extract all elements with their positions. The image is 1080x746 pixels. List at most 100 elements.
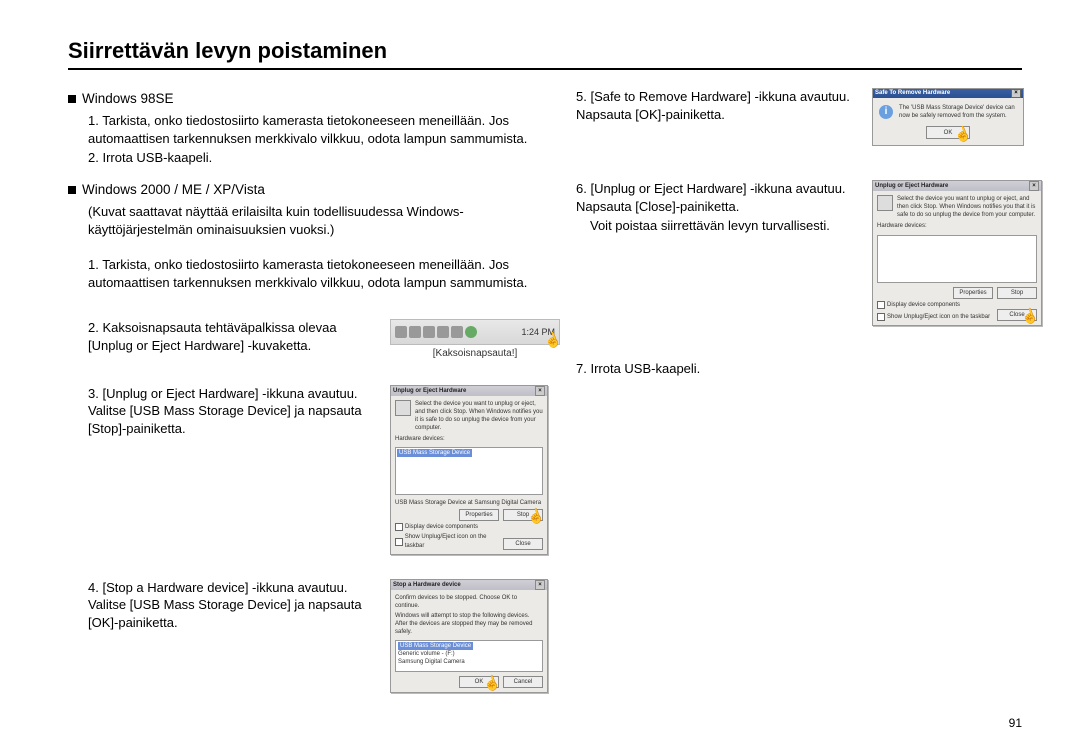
- step-1: 1. Tarkista, onko tiedostosiirto kameras…: [68, 256, 548, 291]
- ok-button: OK: [926, 126, 970, 139]
- step-6-row: 6. [Unplug or Eject Hardware] -ikkuna av…: [572, 180, 1042, 325]
- step-text: [Unplug or Eject Hardware] -ikkuna avaut…: [576, 181, 846, 214]
- step-text: Irrota USB-kaapeli.: [590, 361, 700, 376]
- info-icon: i: [879, 105, 893, 119]
- tray-caption: [Kaksoisnapsauta!]: [390, 347, 560, 361]
- step-text: Tarkista, onko tiedostosiirto kamerasta …: [88, 257, 527, 290]
- section-heading: Windows 2000 / ME / XP/Vista: [82, 181, 265, 199]
- step-2: 2. Irrota USB-kaapeli.: [68, 149, 548, 167]
- tray-figure: 1:24 PM [Kaksoisnapsauta!]: [390, 319, 560, 361]
- close-button: Close: [997, 309, 1037, 321]
- step-text-extra: Voit poistaa siirrettävän levyn turvalli…: [572, 217, 852, 235]
- section-note: (Kuvat saattavat näyttää erilaisilta kui…: [68, 203, 548, 238]
- dialog-desc: Select the device you want to unplug or …: [415, 400, 543, 432]
- page: Siirrettävän levyn poistaminen Windows 9…: [0, 0, 1080, 727]
- step-number: 3.: [88, 386, 99, 401]
- device-list: USB Mass Storage Device: [395, 447, 543, 495]
- checkbox-label: Display device components: [887, 301, 960, 309]
- close-icon: ×: [1011, 89, 1021, 98]
- system-tray: 1:24 PM: [390, 319, 560, 345]
- unplug-dialog: Unplug or Eject Hardware × Select the de…: [390, 385, 548, 555]
- step-text: [Safe to Remove Hardware] -ikkuna avautu…: [576, 89, 850, 122]
- tray-clock: 1:24 PM: [521, 326, 555, 338]
- step-4-text-block: 4. [Stop a Hardware device] -ikkuna avau…: [68, 579, 368, 634]
- properties-button: Properties: [459, 509, 499, 521]
- checkbox-icon: [877, 301, 885, 309]
- stop-button: Stop: [997, 287, 1037, 299]
- step-text: Tarkista, onko tiedostosiirto kamerasta …: [88, 113, 527, 146]
- device-list: USB Mass Storage Device Generic volume -…: [395, 640, 543, 672]
- section-win2000: Windows 2000 / ME / XP/Vista (Kuvat saat…: [68, 181, 548, 291]
- dialog-title: Unplug or Eject Hardware: [393, 387, 466, 395]
- properties-button: Properties: [953, 287, 993, 299]
- dialog-text: The 'USB Mass Storage Device' device can…: [899, 104, 1017, 120]
- safe-remove-dialog: Safe To Remove Hardware × i The 'USB Mas…: [872, 88, 1024, 146]
- tray-icons: [395, 326, 477, 338]
- columns: Windows 98SE 1. Tarkista, onko tiedostos…: [68, 88, 1022, 707]
- checkbox-label: Show Unplug/Eject icon on the taskbar: [405, 533, 503, 549]
- eject-icon: [465, 326, 477, 338]
- step-number: 4.: [88, 580, 99, 595]
- hardware-icon: [877, 195, 893, 211]
- checkbox-icon: [395, 523, 403, 531]
- dialog-title: Stop a Hardware device: [393, 581, 461, 589]
- list-item: Generic volume - (F:): [398, 650, 540, 658]
- section-heading-row: Windows 2000 / ME / XP/Vista: [68, 181, 548, 199]
- tray-icon: [451, 326, 463, 338]
- dialog-title: Safe To Remove Hardware: [875, 89, 950, 97]
- step-number: 5.: [576, 89, 587, 104]
- tray-icon: [437, 326, 449, 338]
- unplug-dialog-empty: Unplug or Eject Hardware × Select the de…: [872, 180, 1042, 325]
- dialog-titlebar: Safe To Remove Hardware ×: [873, 89, 1023, 98]
- hardware-icon: [395, 400, 411, 416]
- dialog-titlebar: Unplug or Eject Hardware ×: [873, 181, 1041, 191]
- step-4-row: 4. [Stop a Hardware device] -ikkuna avau…: [68, 579, 548, 693]
- dialog-desc: Confirm devices to be stopped. Choose OK…: [395, 594, 543, 610]
- step-number: 1.: [88, 257, 99, 272]
- square-bullet-icon: [68, 186, 76, 194]
- ok-button: OK: [459, 676, 499, 688]
- list-item: USB Mass Storage Device: [398, 642, 473, 650]
- step-text: Irrota USB-kaapeli.: [102, 150, 212, 165]
- left-column: Windows 98SE 1. Tarkista, onko tiedostos…: [68, 88, 548, 707]
- dialog-title: Unplug or Eject Hardware: [875, 182, 948, 190]
- step-text: Kaksoisnapsauta tehtäväpalkissa olevaa […: [88, 320, 337, 353]
- cancel-button: Cancel: [503, 676, 543, 688]
- section-win98: Windows 98SE 1. Tarkista, onko tiedostos…: [68, 90, 548, 167]
- step-number: 2.: [88, 150, 99, 165]
- dialog-titlebar: Unplug or Eject Hardware ×: [391, 386, 547, 396]
- hw-label: Hardware devices:: [395, 435, 543, 443]
- list-item: Samsung Digital Camera: [398, 658, 540, 666]
- step-text: [Stop a Hardware device] -ikkuna avautuu…: [88, 580, 362, 630]
- section-heading-row: Windows 98SE: [68, 90, 548, 108]
- step-3-row: 3. [Unplug or Eject Hardware] -ikkuna av…: [68, 385, 548, 555]
- page-title: Siirrettävän levyn poistaminen: [68, 38, 1022, 70]
- device-detail: USB Mass Storage Device at Samsung Digit…: [395, 499, 543, 507]
- step-2-row: 2. Kaksoisnapsauta tehtäväpalkissa oleva…: [68, 319, 548, 361]
- step-7: 7. Irrota USB-kaapeli.: [572, 360, 1042, 378]
- step-5-row: 5. [Safe to Remove Hardware] -ikkuna ava…: [572, 88, 1042, 146]
- step-number: 2.: [88, 320, 99, 335]
- checkbox-icon: [395, 538, 403, 546]
- dialog-titlebar: Stop a Hardware device ×: [391, 580, 547, 590]
- step-2-text-block: 2. Kaksoisnapsauta tehtäväpalkissa oleva…: [68, 319, 368, 356]
- section-heading: Windows 98SE: [82, 90, 174, 108]
- dialog-desc: Select the device you want to unplug or …: [897, 195, 1037, 219]
- stop-button: Stop: [503, 509, 543, 521]
- step-1: 1. Tarkista, onko tiedostosiirto kameras…: [68, 112, 548, 147]
- step-number: 6.: [576, 181, 587, 196]
- tray-icon: [409, 326, 421, 338]
- tray-icon: [423, 326, 435, 338]
- checkbox-label: Show Unplug/Eject icon on the taskbar: [887, 313, 990, 321]
- hw-label: Hardware devices:: [877, 222, 1037, 230]
- step-3-text-block: 3. [Unplug or Eject Hardware] -ikkuna av…: [68, 385, 368, 440]
- device-list-empty: [877, 235, 1037, 283]
- tray-icon: [395, 326, 407, 338]
- step-text: [Unplug or Eject Hardware] -ikkuna avaut…: [88, 386, 362, 436]
- square-bullet-icon: [68, 95, 76, 103]
- close-icon: ×: [535, 580, 545, 590]
- stop-hardware-dialog: Stop a Hardware device × Confirm devices…: [390, 579, 548, 693]
- dialog-desc2: Windows will attempt to stop the followi…: [395, 612, 543, 636]
- step-number: 1.: [88, 113, 99, 128]
- right-column: 5. [Safe to Remove Hardware] -ikkuna ava…: [572, 88, 1042, 707]
